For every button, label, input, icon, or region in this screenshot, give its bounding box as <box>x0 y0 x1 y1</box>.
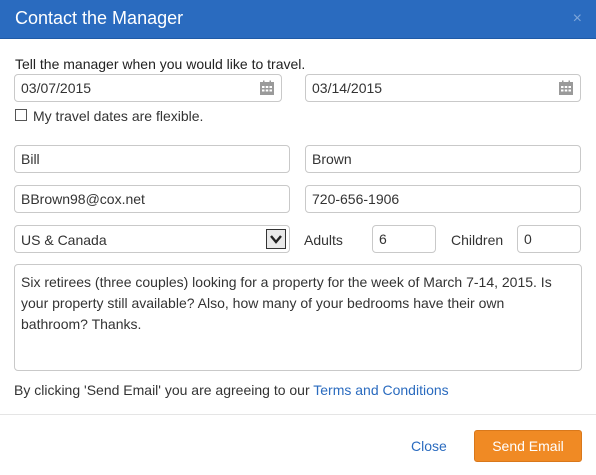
dialog-title: Contact the Manager <box>15 8 184 28</box>
dialog-header: Contact the Manager × <box>0 0 596 39</box>
message-textarea[interactable]: Six retirees (three couples) looking for… <box>14 264 582 371</box>
flexible-dates-label: My travel dates are flexible. <box>33 108 204 124</box>
email-input[interactable] <box>15 186 289 212</box>
children-field[interactable] <box>517 225 581 253</box>
flexible-dates-checkbox[interactable] <box>15 109 27 121</box>
calendar-icon[interactable] <box>558 80 574 96</box>
chevron-down-icon[interactable] <box>266 229 286 249</box>
footer-divider <box>0 414 596 415</box>
first-name-field[interactable] <box>14 145 290 173</box>
adults-input[interactable] <box>373 226 435 252</box>
terms-link[interactable]: Terms and Conditions <box>313 382 448 398</box>
phone-input[interactable] <box>306 186 580 212</box>
last-name-input[interactable] <box>306 146 580 172</box>
arrival-date-input[interactable] <box>15 75 281 101</box>
terms-notice: By clicking 'Send Email' you are agreein… <box>14 382 449 398</box>
close-button[interactable]: Close <box>411 438 447 454</box>
close-icon[interactable]: × <box>573 10 582 28</box>
children-input[interactable] <box>518 226 580 252</box>
travel-dates-instruction: Tell the manager when you would like to … <box>15 56 306 72</box>
calendar-icon[interactable] <box>259 80 275 96</box>
adults-label: Adults <box>304 232 343 248</box>
terms-prefix: By clicking 'Send Email' you are agreein… <box>14 382 314 398</box>
last-name-field[interactable] <box>305 145 581 173</box>
first-name-input[interactable] <box>15 146 289 172</box>
departure-date-input[interactable] <box>306 75 580 101</box>
phone-field[interactable] <box>305 185 581 213</box>
departure-date-field[interactable] <box>305 74 581 102</box>
email-field[interactable] <box>14 185 290 213</box>
send-email-button[interactable]: Send Email <box>474 430 582 462</box>
country-select[interactable]: US & Canada <box>14 225 290 253</box>
country-selected-value: US & Canada <box>21 232 107 248</box>
children-label: Children <box>451 232 504 248</box>
arrival-date-field[interactable] <box>14 74 282 102</box>
adults-field[interactable] <box>372 225 436 253</box>
